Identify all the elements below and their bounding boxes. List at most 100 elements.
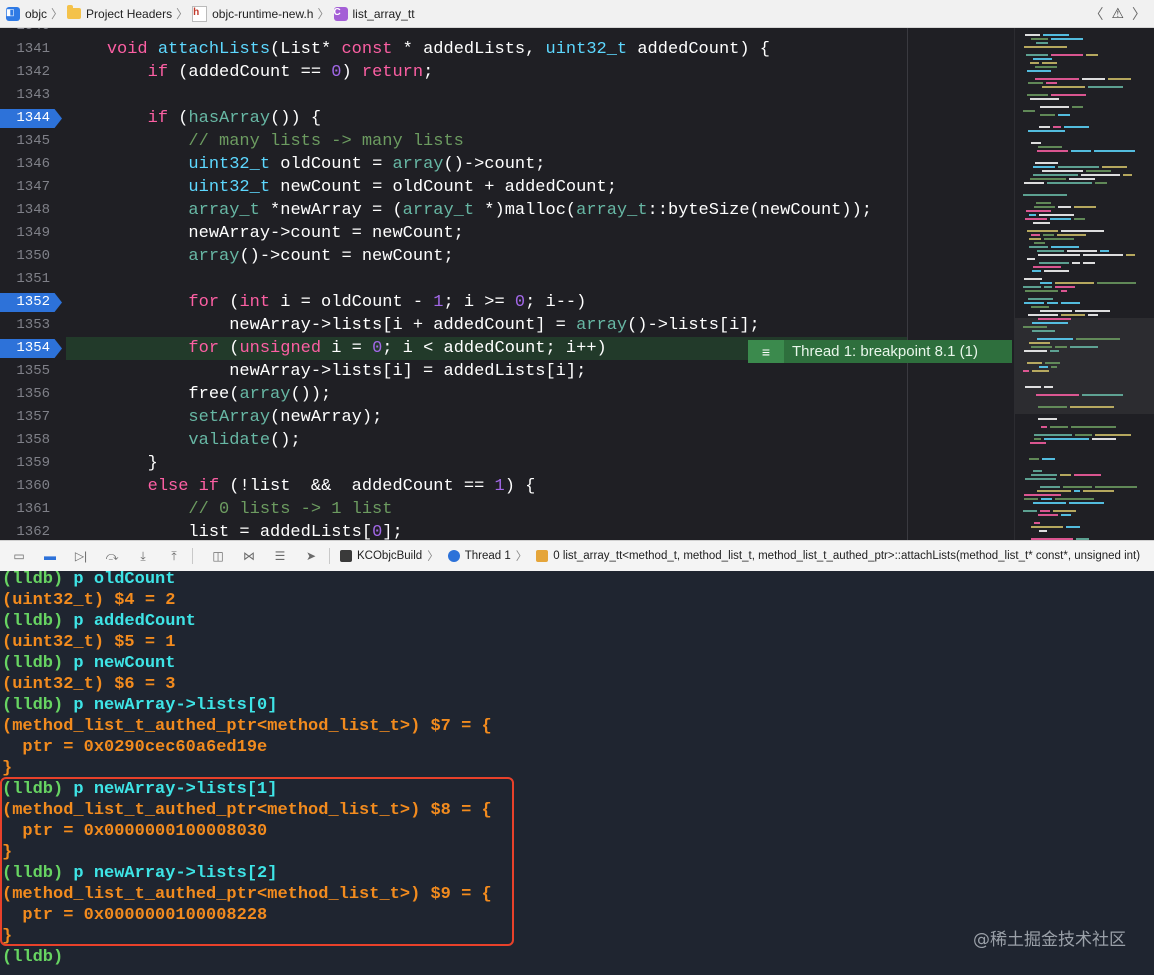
- debug-thread[interactable]: Thread 1: [447, 550, 511, 562]
- warning-icon[interactable]: ⚠: [1111, 5, 1124, 22]
- line-number[interactable]: 1345: [0, 130, 50, 153]
- minimap-line: [1083, 262, 1095, 264]
- code-line[interactable]: newArray->count = newCount;: [66, 222, 463, 245]
- minimap-line: [1050, 350, 1059, 352]
- line-number[interactable]: 1353: [0, 314, 50, 337]
- line-number[interactable]: 1352: [0, 291, 50, 314]
- minimap-line: [1034, 206, 1055, 208]
- console-line: (lldb) p newArray->lists[0]: [2, 695, 277, 716]
- code-token: validate: [188, 431, 271, 450]
- minimap[interactable]: [1014, 28, 1154, 540]
- code-line[interactable]: array_t *newArray = (array_t *)malloc(ar…: [66, 199, 872, 222]
- minimap-line: [1055, 282, 1094, 284]
- code-line[interactable]: // 0 lists -> 1 list: [66, 498, 392, 521]
- toolbar-separator: [329, 548, 330, 564]
- debug-frame[interactable]: 0 list_array_tt<method_t, method_list_t,…: [536, 550, 1140, 562]
- menu-icon[interactable]: ≡: [748, 340, 784, 363]
- previous-issue-icon[interactable]: 〈: [1089, 4, 1103, 24]
- minimap-line: [1027, 70, 1051, 72]
- console-line: }: [2, 758, 12, 779]
- breadcrumb-group[interactable]: Project Headers: [67, 0, 172, 27]
- code-line[interactable]: for (int i = oldCount - 1; i >= 0; i--): [66, 291, 586, 314]
- breadcrumb-project[interactable]: ◧ objc: [6, 0, 47, 27]
- code-line[interactable]: setArray(newArray);: [66, 406, 382, 429]
- breakpoints-toggle-button[interactable]: ▬: [38, 541, 62, 571]
- memory-graph-button[interactable]: ⋈: [237, 541, 261, 571]
- line-number[interactable]: 1344: [0, 107, 50, 130]
- code-token: ; i < addedCount; i++): [382, 339, 607, 358]
- simulate-location-button[interactable]: ➤: [299, 541, 323, 571]
- source-editor[interactable]: 13401341 void attachLists(List* const * …: [0, 28, 1154, 540]
- breadcrumb-file[interactable]: h objc-runtime-new.h: [192, 0, 313, 27]
- line-number[interactable]: 1351: [0, 268, 50, 291]
- minimap-line: [1035, 78, 1079, 80]
- debug-target[interactable]: KCObjcBuild: [340, 550, 422, 562]
- line-number[interactable]: 1362: [0, 521, 50, 540]
- minimap-line: [1023, 326, 1047, 328]
- code-line[interactable]: newArray->lists[i + addedCount] = array(…: [66, 314, 760, 337]
- class-icon: C: [333, 6, 348, 21]
- minimap-line: [1051, 38, 1083, 40]
- breadcrumb-symbol[interactable]: C list_array_tt: [333, 0, 415, 27]
- line-number[interactable]: 1356: [0, 383, 50, 406]
- code-token: *)malloc(: [474, 201, 577, 220]
- line-number[interactable]: 1360: [0, 475, 50, 498]
- code-line[interactable]: // many lists -> many lists: [66, 130, 463, 153]
- line-number[interactable]: 1359: [0, 452, 50, 475]
- step-into-button[interactable]: ⤓: [131, 541, 155, 571]
- code-line[interactable]: array()->count = newCount;: [66, 245, 453, 268]
- line-number[interactable]: 1348: [0, 199, 50, 222]
- line-number[interactable]: 1350: [0, 245, 50, 268]
- console-command: p oldCount: [73, 571, 176, 589]
- code-line[interactable]: free(array());: [66, 383, 331, 406]
- environment-overrides-button[interactable]: ☰: [268, 541, 292, 571]
- code-line[interactable]: }: [66, 452, 158, 475]
- minimap-line: [1036, 394, 1079, 396]
- view-debugger-button[interactable]: ◫: [206, 541, 230, 571]
- code-token: oldCount =: [270, 155, 393, 174]
- minimap-line: [1050, 218, 1071, 220]
- code-line[interactable]: newArray->lists[i] = addedLists[i];: [66, 360, 586, 383]
- code-line[interactable]: uint32_t newCount = oldCount + addedCoun…: [66, 176, 616, 199]
- code-line[interactable]: else if (!list && addedCount == 1) {: [66, 475, 536, 498]
- line-number[interactable]: 1354: [0, 337, 50, 360]
- step-out-button[interactable]: ⤒: [162, 541, 186, 571]
- issue-navigation: 〈 ⚠ 〉: [1089, 0, 1146, 27]
- step-over-button[interactable]: ⤼: [100, 541, 124, 571]
- line-number[interactable]: 1347: [0, 176, 50, 199]
- code-line[interactable]: validate();: [66, 429, 300, 452]
- line-number[interactable]: 1357: [0, 406, 50, 429]
- line-number[interactable]: 1361: [0, 498, 50, 521]
- line-number[interactable]: 1355: [0, 360, 50, 383]
- line-number[interactable]: 1341: [0, 38, 50, 61]
- next-issue-icon[interactable]: 〉: [1132, 4, 1146, 24]
- line-number[interactable]: 1358: [0, 429, 50, 452]
- code-token: uint32_t: [188, 155, 271, 174]
- code-line[interactable]: if (addedCount == 0) return;: [66, 61, 434, 84]
- code-line[interactable]: if (hasArray()) {: [66, 107, 321, 130]
- line-number[interactable]: 1342: [0, 61, 50, 84]
- minimap-viewport[interactable]: [1015, 318, 1154, 414]
- debug-bar: ▭ ▬ ▷| ⤼ ⤓ ⤒ ◫ ⋈ ☰ ➤ KCObjcBuild 〉 Threa…: [0, 540, 1154, 572]
- continue-button[interactable]: ▷|: [69, 541, 93, 571]
- hide-console-button[interactable]: ▭: [7, 541, 31, 571]
- minimap-line: [1029, 246, 1048, 248]
- line-number[interactable]: 1343: [0, 84, 50, 107]
- code-line[interactable]: uint32_t oldCount = array()->count;: [66, 153, 545, 176]
- minimap-line: [1028, 82, 1043, 84]
- code-line[interactable]: void attachLists(List* const * addedList…: [66, 38, 770, 61]
- breakpoint-annotation[interactable]: ≡ Thread 1: breakpoint 8.1 (1): [748, 340, 1012, 363]
- line-number[interactable]: 1349: [0, 222, 50, 245]
- line-number[interactable]: 1340: [0, 28, 50, 38]
- minimap-line: [1024, 350, 1047, 352]
- code-line[interactable]: list = addedLists[0];: [66, 521, 402, 540]
- line-number[interactable]: 1346: [0, 153, 50, 176]
- minimap-line: [1030, 62, 1039, 64]
- code-token: else: [147, 477, 189, 496]
- code-line[interactable]: for (unsigned i = 0; i < addedCount; i++…: [66, 337, 607, 360]
